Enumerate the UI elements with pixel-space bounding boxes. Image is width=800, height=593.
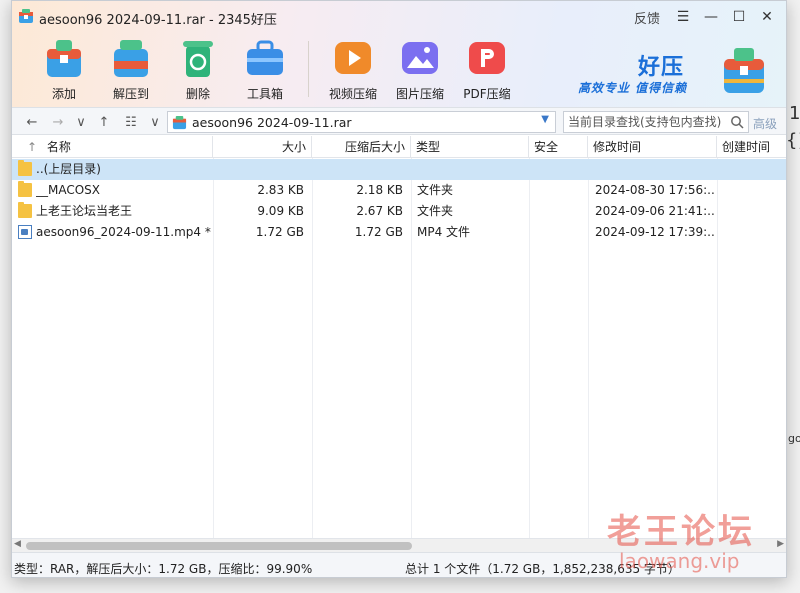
total-info: 总计 1 个文件（1.72 GB，1,852,238,635 字节） (405, 562, 680, 576)
row-packed-size: 1.72 GB (354, 225, 403, 239)
row-name: ..(上层目录) (36, 162, 101, 176)
row-type: 文件夹 (417, 204, 454, 218)
column-type[interactable]: 类型 (411, 136, 529, 158)
brand-name: 好压 (638, 55, 685, 80)
scrollbar-thumb[interactable] (26, 542, 412, 550)
image-compress-button[interactable]: 图片压缩 (390, 37, 450, 102)
menu-button[interactable]: ☰ (670, 6, 696, 28)
scroll-right-icon[interactable]: ▶ (777, 539, 784, 549)
row-name: aesoon96_2024-09-11.mp4 * (36, 225, 211, 239)
status-bar: 类型：RAR，解压后大小：1.72 GB，压缩比：99.90% 总计 1 个文件… (12, 552, 786, 577)
delete-button[interactable]: 删除 (168, 37, 228, 102)
search-icon[interactable] (730, 115, 744, 129)
maximize-button[interactable]: ☐ (726, 6, 752, 28)
row-size: 2.83 KB (257, 183, 304, 197)
extract-to-button[interactable]: 解压到 (101, 37, 161, 102)
table-row-parent-directory[interactable]: ..(上层目录) (12, 159, 786, 180)
column-header: ↑ 名称 大小 压缩后大小 类型 安全 修改时间 创建时间 (12, 136, 786, 158)
search-box (563, 111, 749, 133)
header: aesoon96 2024-09-11.rar - 2345好压 反馈 ☰ — … (12, 1, 786, 107)
background-text: 1 (789, 103, 800, 124)
column-security[interactable]: 安全 (529, 136, 588, 158)
brand-logo-icon (724, 48, 764, 93)
search-input[interactable] (564, 112, 724, 132)
extract-to-icon (114, 40, 148, 77)
extract-to-label: 解压到 (112, 87, 149, 101)
scroll-left-icon[interactable]: ◀ (14, 539, 21, 549)
window-controls: 反馈 ☰ — ☐ ✕ (634, 6, 780, 28)
window-title: aesoon96 2024-09-11.rar - 2345好压 (39, 13, 277, 28)
row-size: 9.09 KB (257, 204, 304, 218)
background-text: gol (788, 432, 800, 445)
back-arrow-icon[interactable]: ← (22, 112, 42, 132)
pdf-compress-label: PDF压缩 (463, 87, 511, 101)
recycle-delete-icon (183, 41, 213, 77)
add-button[interactable]: 添加 (34, 37, 94, 102)
image-compress-label: 图片压缩 (395, 87, 444, 101)
brand-banner: 好压 高效专业 值得信赖 (578, 45, 766, 101)
toolbox-label: 工具箱 (246, 87, 283, 101)
archive-icon (172, 115, 187, 130)
feedback-link[interactable]: 反馈 (634, 8, 660, 27)
folder-icon (18, 160, 32, 176)
minimize-button[interactable]: — (698, 6, 724, 28)
column-name[interactable]: ↑ 名称 (12, 136, 213, 158)
app-logo-icon (19, 9, 33, 23)
toolbox-icon (247, 40, 283, 75)
close-button[interactable]: ✕ (754, 6, 780, 28)
table-row[interactable]: aesoon96_2024-09-11.mp4 * 1.72 GB 1.72 G… (12, 222, 786, 243)
view-mode-icon[interactable]: ☷ (121, 112, 141, 132)
video-compress-icon (335, 42, 371, 74)
toolbar: 添加 解压到 删除 工具箱 视频压缩 图片压缩 PDF压缩 (34, 37, 524, 102)
delete-label: 删除 (185, 87, 210, 101)
folder-icon (18, 202, 32, 218)
row-size: 1.72 GB (255, 225, 304, 239)
path-dropdown-icon[interactable]: ▼ (541, 114, 549, 125)
row-name: 上老王论坛当老王 (36, 204, 133, 218)
video-compress-button[interactable]: 视频压缩 (323, 37, 383, 102)
row-modified: 2024-09-12 17:39:... (595, 225, 715, 239)
table-row[interactable]: 上老王论坛当老王 9.09 KB 2.67 KB 文件夹 2024-09-06 … (12, 201, 786, 222)
archive-info: 类型：RAR，解压后大小：1.72 GB，压缩比：99.90% (14, 562, 313, 576)
image-compress-icon (402, 42, 438, 74)
column-size[interactable]: 大小 (213, 136, 312, 158)
archive-window: aesoon96 2024-09-11.rar - 2345好压 反馈 ☰ — … (11, 0, 787, 578)
table-row[interactable]: __MACOSX 2.83 KB 2.18 KB 文件夹 2024-08-30 … (12, 180, 786, 201)
add-archive-icon (47, 40, 81, 77)
advanced-search-link[interactable]: 高级 (753, 115, 777, 132)
background-text: {} (786, 130, 800, 151)
toolbar-separator (308, 41, 309, 97)
video-compress-label: 视频压缩 (328, 87, 377, 101)
sort-arrow-icon: ↑ (27, 140, 38, 154)
folder-icon (18, 181, 32, 197)
row-name: __MACOSX (36, 183, 101, 197)
view-chevron-down-icon[interactable]: ∨ (145, 112, 165, 132)
current-path: aesoon96 2024-09-11.rar (192, 115, 352, 130)
row-type: MP4 文件 (417, 225, 471, 239)
video-file-icon (18, 225, 32, 239)
row-type: 文件夹 (417, 183, 454, 197)
column-packed-size[interactable]: 压缩后大小 (312, 136, 411, 158)
horizontal-scrollbar[interactable]: ◀ ▶ (12, 538, 786, 552)
row-modified: 2024-09-06 21:41:... (595, 204, 715, 218)
row-packed-size: 2.67 KB (356, 204, 403, 218)
path-input[interactable]: aesoon96 2024-09-11.rar ▼ (167, 111, 556, 133)
title-bar[interactable]: aesoon96 2024-09-11.rar - 2345好压 反馈 ☰ — … (12, 1, 786, 31)
forward-arrow-icon[interactable]: → (48, 112, 68, 132)
brand-slogan: 高效专业 值得信赖 (578, 81, 688, 95)
history-chevron-down-icon[interactable]: ∨ (71, 112, 91, 132)
column-created[interactable]: 创建时间 (717, 136, 786, 158)
file-list: ↑ 名称 大小 压缩后大小 类型 安全 修改时间 创建时间 ..(上层目录) _… (12, 136, 786, 538)
address-bar: ← → ∨ ↑ ☷ ∨ aesoon96 2024-09-11.rar ▼ 高级 (12, 107, 786, 135)
column-modified[interactable]: 修改时间 (588, 136, 717, 158)
row-modified: 2024-08-30 17:56:... (595, 183, 715, 197)
pdf-compress-button[interactable]: PDF压缩 (457, 37, 517, 102)
row-packed-size: 2.18 KB (356, 183, 403, 197)
add-label: 添加 (51, 87, 76, 101)
pdf-compress-icon (469, 42, 505, 74)
toolbox-button[interactable]: 工具箱 (235, 37, 295, 102)
up-arrow-icon[interactable]: ↑ (94, 112, 114, 132)
